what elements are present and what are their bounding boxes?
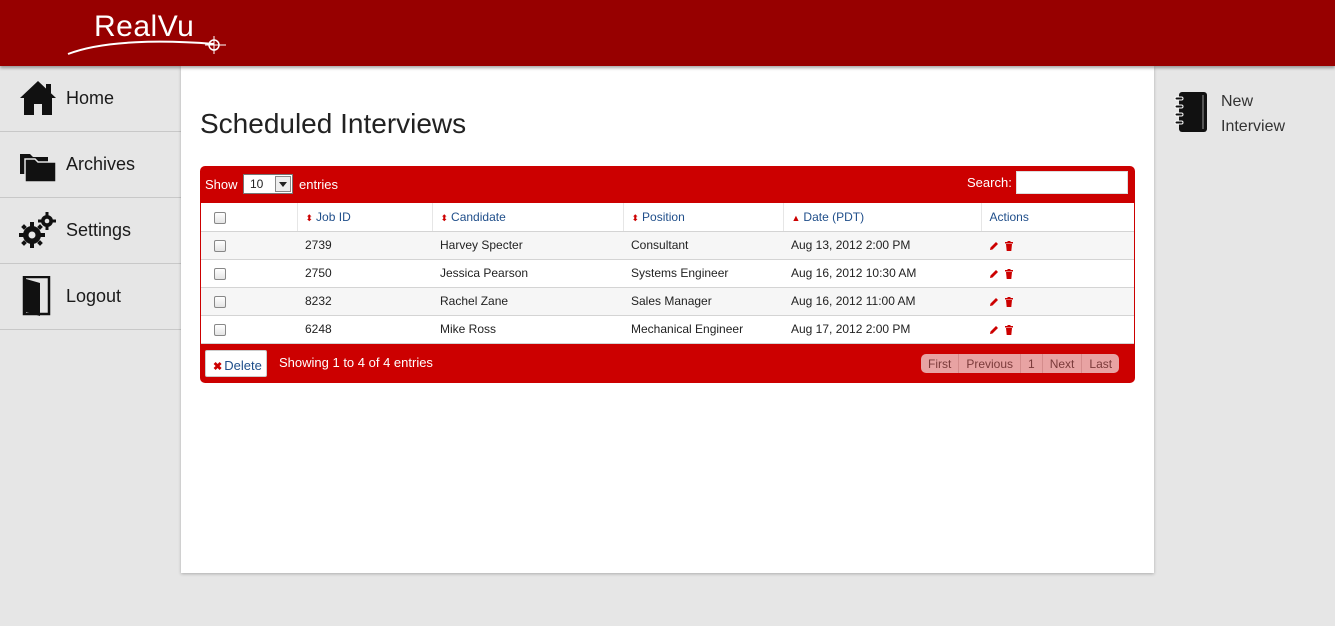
row-checkbox[interactable]: [214, 323, 226, 336]
position-cell: Mechanical Engineer: [623, 315, 783, 344]
interviews-table: ⬍ Job ID ⬍ Candidate ⬍ Position ▲ Date (PDT)…: [201, 203, 1134, 344]
pager-previous[interactable]: Previous: [959, 354, 1022, 373]
chevron-down-icon[interactable]: [275, 176, 291, 192]
candidate-cell: Mike Ross: [432, 315, 623, 344]
table-info: Showing 1 to 4 of 4 entries: [279, 355, 433, 370]
edit-pencil-icon[interactable]: [989, 297, 999, 307]
pager-first[interactable]: First: [921, 354, 960, 373]
trash-icon[interactable]: [1004, 324, 1014, 335]
interviews-table-wrapper: Show 10 entries Search: ⬍ Job ID ⬍ Candi…: [200, 166, 1135, 383]
sort-ascending-icon: ▲: [791, 212, 801, 223]
nav-item-archives[interactable]: Archives: [0, 132, 181, 198]
search-label: Search:: [967, 175, 1012, 190]
door-icon: [22, 276, 51, 316]
table-row: 8232 Rachel Zane Sales Manager Aug 16, 2…: [201, 287, 1134, 316]
date-cell: Aug 13, 2012 2:00 PM: [783, 231, 981, 260]
new-interview-label: New Interview: [1221, 93, 1286, 135]
edit-pencil-icon[interactable]: [989, 269, 999, 279]
date-cell: Aug 16, 2012 11:00 AM: [783, 287, 981, 316]
row-select-cell: [201, 259, 297, 288]
delete-label: Delete: [224, 358, 262, 373]
position-cell: Sales Manager: [623, 287, 783, 316]
select-all-header: [201, 203, 298, 232]
main-panel: Scheduled Interviews Show 10 entries Sea…: [181, 66, 1154, 573]
realvu-logo[interactable]: RealVu: [64, 8, 234, 58]
logo-text: RealVu: [94, 10, 195, 43]
nav-label-logout: Logout: [66, 286, 122, 306]
nav-item-settings[interactable]: Settings: [0, 198, 181, 264]
table-header-row: ⬍ Job ID ⬍ Candidate ⬍ Position ▲ Date (PDT)…: [201, 203, 1134, 232]
date-cell: Aug 16, 2012 10:30 AM: [783, 259, 981, 288]
candidate-cell: Rachel Zane: [432, 287, 623, 316]
folder-icon: [20, 154, 57, 183]
nav-item-logout[interactable]: Logout: [0, 264, 181, 330]
actions-cell: [981, 231, 1134, 260]
new-interview-link[interactable]: New Interview: [1174, 88, 1324, 138]
actions-cell: [981, 287, 1134, 316]
table-row: 2739 Harvey Specter Consultant Aug 13, 2…: [201, 231, 1134, 260]
row-checkbox[interactable]: [214, 267, 226, 280]
left-nav: Home Archives Settings Logout: [0, 66, 181, 330]
sort-both-icon: ⬍: [631, 212, 640, 223]
pager-last[interactable]: Last: [1082, 354, 1119, 373]
trash-icon[interactable]: [1004, 268, 1014, 279]
pager-page-1[interactable]: 1: [1021, 354, 1043, 373]
select-all-checkbox[interactable]: [214, 211, 226, 224]
edit-pencil-icon[interactable]: [989, 241, 999, 251]
actions-cell: [981, 259, 1134, 288]
entries-label: entries: [299, 177, 339, 192]
pager-next[interactable]: Next: [1043, 354, 1083, 373]
delete-button[interactable]: ✖ Delete: [205, 350, 267, 377]
table-row: 6248 Mike Ross Mechanical Engineer Aug 1…: [201, 315, 1134, 344]
row-select-cell: [201, 287, 297, 316]
sort-both-icon: ⬍: [305, 212, 314, 223]
search-input[interactable]: [1016, 171, 1128, 194]
entries-length-select[interactable]: 10: [243, 174, 293, 194]
page-title: Scheduled Interviews: [200, 108, 467, 139]
show-label: Show: [205, 177, 238, 192]
table-toolbar: Show 10 entries Search:: [200, 166, 1135, 203]
pagination: First Previous 1 Next Last: [921, 354, 1120, 373]
gears-icon: [19, 212, 56, 248]
column-header-date[interactable]: ▲ Date (PDT): [783, 203, 982, 232]
edit-pencil-icon[interactable]: [989, 325, 999, 335]
notebook-icon: [1174, 92, 1207, 132]
close-icon: ✖: [213, 361, 223, 373]
trash-icon[interactable]: [1004, 296, 1014, 307]
sort-both-icon: ⬍: [440, 212, 449, 223]
column-header-candidate[interactable]: ⬍ Candidate: [432, 203, 624, 232]
row-select-cell: [201, 315, 297, 344]
top-bar: RealVu: [0, 0, 1335, 66]
position-cell: Systems Engineer: [623, 259, 783, 288]
actions-cell: [981, 315, 1134, 344]
column-header-position[interactable]: ⬍ Position: [623, 203, 784, 232]
job-id-cell: 8232: [297, 287, 432, 316]
date-cell: Aug 17, 2012 2:00 PM: [783, 315, 981, 344]
job-id-cell: 2750: [297, 259, 432, 288]
column-header-job-id[interactable]: ⬍ Job ID: [297, 203, 433, 232]
entries-length-value: 10: [250, 177, 264, 191]
candidate-cell: Jessica Pearson: [432, 259, 623, 288]
table-footer: ✖ Delete Showing 1 to 4 of 4 entries Firs…: [200, 346, 1135, 383]
job-id-cell: 2739: [297, 231, 432, 260]
row-select-cell: [201, 231, 297, 260]
job-id-cell: 6248: [297, 315, 432, 344]
row-checkbox[interactable]: [214, 295, 226, 308]
nav-label-home: Home: [66, 88, 115, 108]
column-header-actions: Actions: [981, 203, 1134, 232]
nav-label-settings: Settings: [66, 220, 132, 240]
position-cell: Consultant: [623, 231, 783, 260]
trash-icon[interactable]: [1004, 240, 1014, 251]
table-row: 2750 Jessica Pearson Systems Engineer Au…: [201, 259, 1134, 288]
candidate-cell: Harvey Specter: [432, 231, 623, 260]
row-checkbox[interactable]: [214, 239, 226, 252]
nav-item-home[interactable]: Home: [0, 66, 181, 132]
nav-label-archives: Archives: [66, 154, 136, 174]
home-icon: [20, 81, 56, 115]
